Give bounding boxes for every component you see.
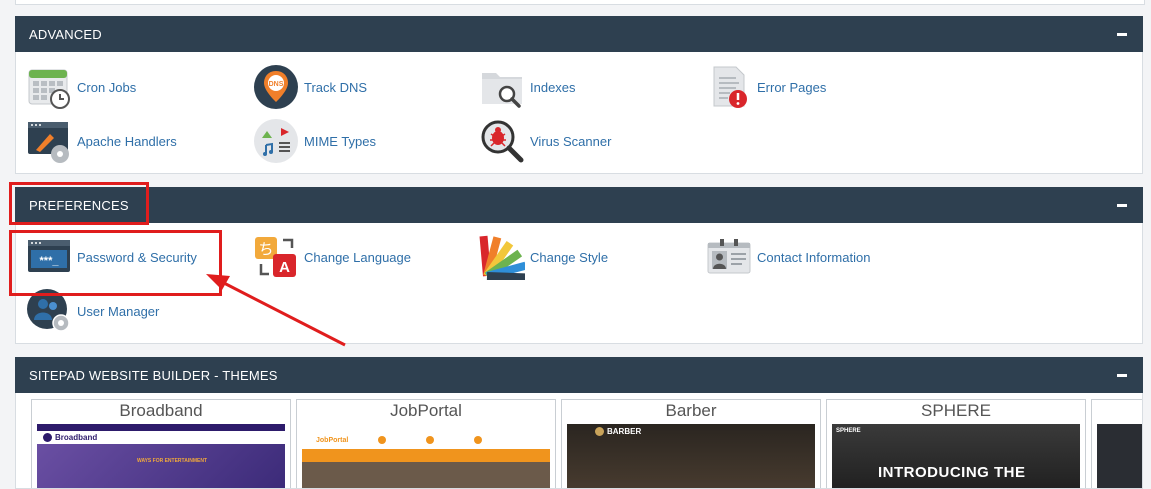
preferences-header[interactable]: PREFERENCES: [15, 187, 1143, 223]
theme-logo: SPHERE: [836, 428, 861, 434]
sitepad-header[interactable]: SITEPAD WEBSITE BUILDER - THEMES: [15, 357, 1143, 393]
item-label: MIME Types: [304, 133, 377, 149]
advanced-body: Cron Jobs DNS Track DNS Indexes Error Pa…: [15, 52, 1143, 174]
item-label: Change Style: [530, 249, 609, 265]
svg-text:DNS: DNS: [269, 81, 284, 88]
sitepad-title: SITEPAD WEBSITE BUILDER - THEMES: [29, 367, 278, 383]
item-virus-scanner[interactable]: Virus Scanner: [479, 118, 611, 164]
item-contact-information[interactable]: Contact Information: [706, 234, 870, 280]
theme-title: JobPortal: [390, 401, 462, 420]
item-track-dns[interactable]: DNS Track DNS: [253, 64, 367, 110]
item-label: Contact Information: [757, 249, 871, 265]
folder-search-icon: [479, 64, 525, 110]
theme-preview-partial: [1097, 424, 1142, 488]
virus-scan-icon: [479, 118, 525, 164]
theme-card-barber[interactable]: Barber BARBER: [561, 399, 821, 488]
item-change-language[interactable]: ち A Change Language: [253, 234, 411, 280]
item-label: Change Language: [304, 249, 411, 265]
theme-preview-jobportal: JobPortal: [302, 424, 550, 488]
theme-card-sphere[interactable]: SPHERE SPHERE INTRODUCING THE: [826, 399, 1086, 488]
advanced-title: ADVANCED: [29, 26, 102, 42]
sitepad-panel: SITEPAD WEBSITE BUILDER - THEMES Broadba…: [15, 357, 1143, 489]
collapse-advanced-icon[interactable]: [1116, 28, 1128, 40]
theme-logo: Broadband: [55, 433, 98, 442]
item-indexes[interactable]: Indexes: [479, 64, 576, 110]
annotation-box-password: [9, 230, 222, 296]
calendar-clock-icon: [26, 64, 72, 110]
item-label: Apache Handlers: [77, 133, 177, 149]
theme-title: Broadband: [119, 401, 203, 420]
item-apache-handlers[interactable]: Apache Handlers: [26, 118, 177, 164]
item-label: Indexes: [530, 79, 576, 95]
language-icon: ち A: [253, 234, 299, 280]
color-swatch-icon: [479, 234, 525, 280]
collapse-preferences-icon[interactable]: [1116, 199, 1128, 211]
theme-preview-broadband: Broadband WAYS FOR ENTERTAINMENT: [37, 424, 285, 488]
error-page-icon: [706, 64, 752, 110]
theme-title: SPHERE: [921, 401, 991, 420]
theme-card-partial[interactable]: [1091, 399, 1142, 488]
theme-preview-barber: BARBER: [567, 424, 815, 488]
advanced-header[interactable]: ADVANCED: [15, 16, 1143, 52]
apache-handler-icon: [26, 118, 72, 164]
sitepad-body: Broadband Broadband WAYS FOR ENTERTAINME…: [15, 393, 1143, 489]
item-change-style[interactable]: Change Style: [479, 234, 608, 280]
collapse-sitepad-icon[interactable]: [1116, 369, 1128, 381]
theme-logo: JobPortal: [316, 436, 349, 444]
annotation-box-preferences: [9, 182, 149, 225]
item-error-pages[interactable]: Error Pages: [706, 64, 826, 110]
theme-card-broadband[interactable]: Broadband Broadband WAYS FOR ENTERTAINME…: [31, 399, 291, 488]
item-cron-jobs[interactable]: Cron Jobs: [26, 64, 136, 110]
svg-text:ち: ち: [258, 240, 273, 258]
previous-panel-bottom: [15, 0, 1145, 5]
dns-pin-icon: DNS: [253, 64, 299, 110]
item-label: User Manager: [77, 303, 160, 319]
item-label: Error Pages: [757, 79, 827, 95]
theme-preview-sphere: SPHERE INTRODUCING THE: [832, 424, 1080, 488]
theme-headline: INTRODUCING THE: [878, 464, 1026, 481]
svg-text:A: A: [279, 259, 290, 276]
item-label: Track DNS: [304, 79, 368, 95]
theme-card-jobportal[interactable]: JobPortal JobPortal: [296, 399, 556, 488]
mime-media-icon: [253, 118, 299, 164]
theme-title: Barber: [665, 401, 717, 420]
theme-logo: BARBER: [607, 427, 642, 436]
item-label: Virus Scanner: [530, 133, 612, 149]
item-label: Cron Jobs: [77, 79, 137, 95]
item-mime-types[interactable]: MIME Types: [253, 118, 376, 164]
advanced-panel: ADVANCED Cron Jobs DNS Track DNS Indexes…: [15, 16, 1143, 174]
contact-card-icon: [706, 234, 752, 280]
theme-banner: WAYS FOR ENTERTAINMENT: [137, 458, 208, 464]
